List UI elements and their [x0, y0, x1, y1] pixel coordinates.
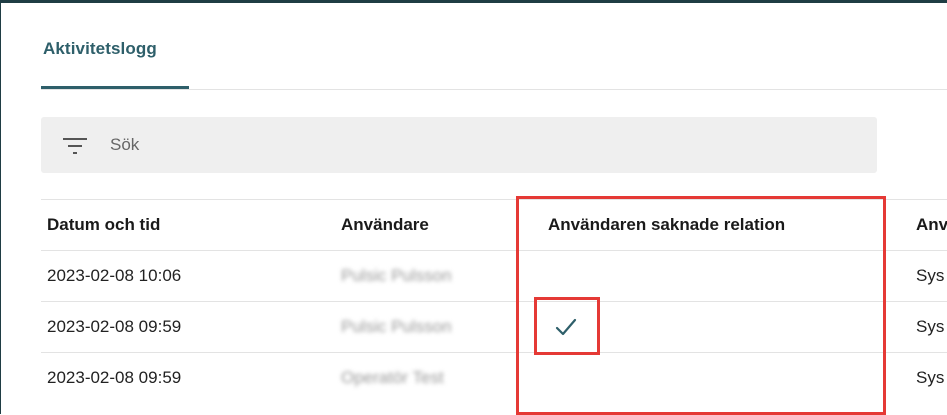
column-header-missing-relation[interactable]: Användaren saknade relation: [548, 200, 878, 250]
tab-aktivitetslogg[interactable]: Aktivitetslogg: [41, 35, 189, 89]
check-icon: [555, 318, 577, 336]
search-bar[interactable]: [41, 117, 877, 173]
table-row[interactable]: 2023-02-08 09:59 Pulsic Pulsson Sys: [41, 301, 947, 352]
filter-icon[interactable]: [63, 136, 87, 156]
column-header-datetime[interactable]: Datum och tid: [47, 200, 317, 250]
cell-type: Sys: [916, 368, 945, 387]
table-header-row: Datum och tid Användare Användaren sakna…: [41, 199, 947, 250]
table-row[interactable]: 2023-02-08 10:06 Pulsic Pulsson Sys: [41, 250, 947, 301]
cell-datetime: 2023-02-08 09:59: [47, 317, 182, 336]
table-row[interactable]: 2023-02-08 09:59 Operatör Test Sys: [41, 352, 947, 403]
search-input[interactable]: [110, 131, 810, 159]
cell-datetime: 2023-02-08 10:06: [47, 266, 182, 285]
cell-user-redacted: Operatör Test: [341, 368, 444, 387]
cell-user-redacted: Pulsic Pulsson: [341, 317, 452, 336]
cell-type: Sys: [916, 317, 945, 336]
column-header-type[interactable]: Anv: [916, 200, 947, 250]
active-tab-indicator: [41, 86, 189, 89]
activity-table: Datum och tid Användare Användaren sakna…: [41, 199, 947, 403]
cell-type: Sys: [916, 266, 945, 285]
tab-bar: Aktivitetslogg: [41, 31, 947, 90]
tab-label: Aktivitetslogg: [43, 39, 157, 58]
column-header-user[interactable]: Användare: [341, 200, 511, 250]
cell-user-redacted: Pulsic Pulsson: [341, 266, 452, 285]
activity-log-panel: Aktivitetslogg Datum och tid Användare A…: [0, 0, 947, 415]
cell-datetime: 2023-02-08 09:59: [47, 368, 182, 387]
